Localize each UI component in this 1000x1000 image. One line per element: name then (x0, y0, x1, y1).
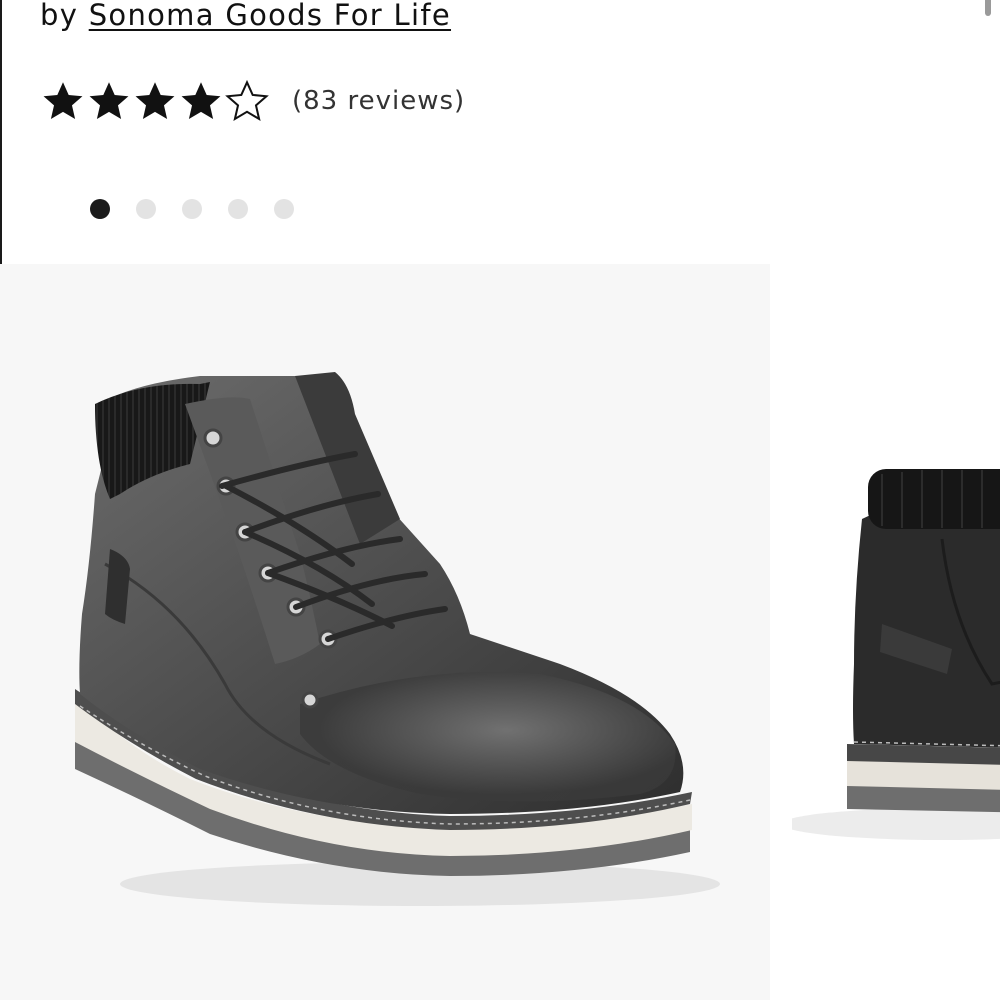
gray-boot-image (75, 372, 720, 906)
byline-prefix: by (40, 0, 79, 32)
star-empty-icon (225, 79, 269, 122)
carousel-slide[interactable] (0, 264, 770, 1000)
star-full-icon (181, 82, 221, 119)
carousel-dot-1[interactable] (90, 199, 110, 219)
carousel-dot-3[interactable] (182, 199, 202, 219)
star-full-icon (43, 82, 83, 119)
scrollbar-thumb[interactable] (985, 0, 991, 16)
star-full-icon (135, 82, 175, 119)
carousel-dot-2[interactable] (136, 199, 156, 219)
review-count-link[interactable]: (83 reviews) (292, 86, 465, 116)
carousel-slide-next[interactable] (792, 264, 1000, 1000)
star-rating (40, 79, 270, 123)
brand-byline: by Sonoma Goods For Life (40, 0, 451, 36)
rating-summary[interactable]: (83 reviews) (40, 78, 465, 124)
carousel-dot-5[interactable] (274, 199, 294, 219)
product-image-carousel[interactable] (0, 264, 1000, 1000)
carousel-pagination (90, 199, 294, 219)
brand-link[interactable]: Sonoma Goods For Life (89, 0, 451, 32)
carousel-dot-4[interactable] (228, 199, 248, 219)
star-full-icon (89, 82, 129, 119)
black-boot-image (792, 469, 1000, 840)
